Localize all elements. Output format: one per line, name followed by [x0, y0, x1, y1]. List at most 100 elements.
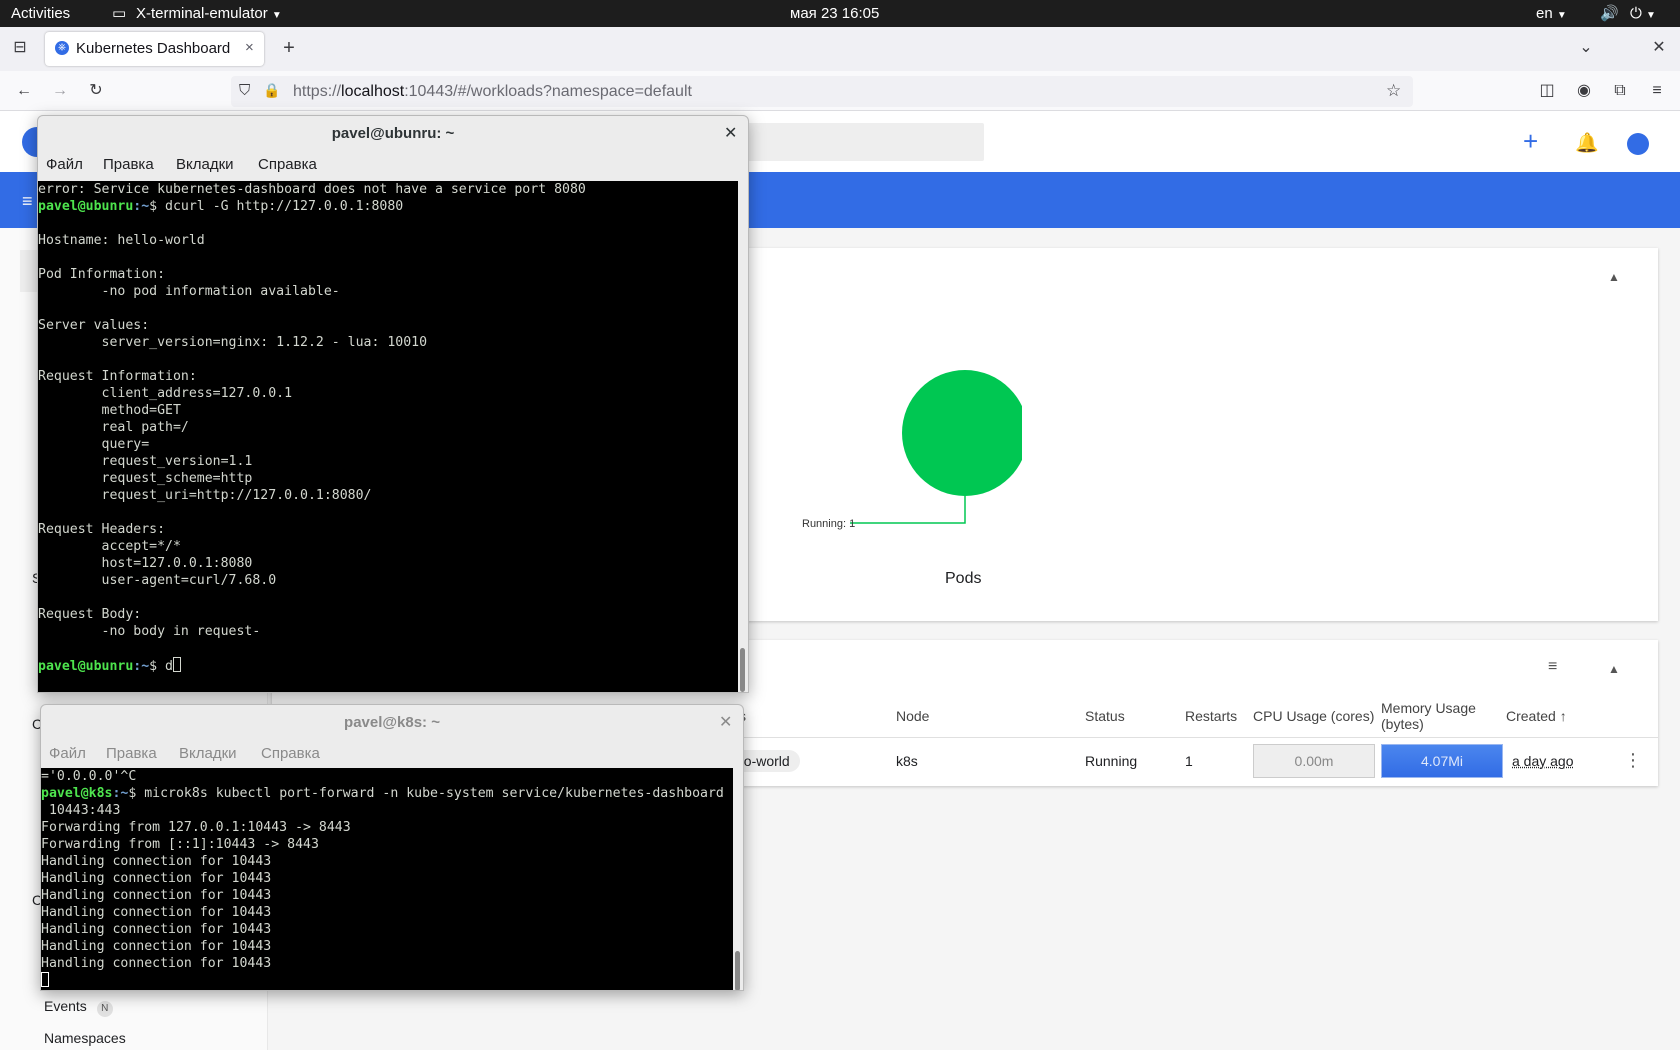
volume-icon[interactable]: 🔊	[1600, 4, 1619, 23]
browser-tab[interactable]: ⎈ Kubernetes Dashboard ×	[45, 32, 264, 66]
terminal-title[interactable]: pavel@ubunru: ~	[38, 116, 748, 152]
filter-icon[interactable]: ≡	[1548, 658, 1557, 676]
create-icon[interactable]: +	[1523, 128, 1538, 154]
command-output: Hostname: hello-world Pod Information: -…	[38, 233, 428, 639]
text-cursor	[173, 657, 181, 672]
column-header-created-label: Created	[1506, 708, 1556, 724]
terminal-window-ubunru[interactable]: pavel@ubunru: ~ ✕ Файл Правка Вкладки Сп…	[37, 115, 749, 693]
back-icon[interactable]: ←	[13, 81, 35, 101]
output-line: ='0.0.0.0'^C	[41, 769, 137, 784]
menu-tabs[interactable]: Вкладки	[176, 156, 234, 173]
terminal-title[interactable]: pavel@k8s: ~	[41, 705, 743, 741]
forward-icon[interactable]: →	[49, 81, 71, 101]
column-header-status[interactable]: Status	[1085, 708, 1125, 724]
menu-help[interactable]: Справка	[258, 156, 317, 173]
system-top-bar: Activities ▭ X-terminal-emulator ▼ мая 2…	[0, 0, 1680, 27]
account-icon[interactable]	[1627, 133, 1649, 155]
column-header-memory[interactable]: Memory Usage (bytes)	[1381, 700, 1476, 732]
text-cursor	[41, 972, 49, 987]
shield-icon[interactable]: ⛉	[239, 82, 250, 99]
sort-ascending-icon: ↑	[1559, 708, 1567, 724]
terminal-menubar: Файл Правка Вкладки Справка	[41, 741, 743, 767]
pocket-icon[interactable]: ◫	[1536, 81, 1558, 101]
prompt-user: pavel@ubunru	[38, 199, 134, 214]
terminal-window-k8s[interactable]: pavel@k8s: ~ ✕ Файл Правка Вкладки Справ…	[40, 704, 744, 991]
extensions-icon[interactable]: ⧉	[1609, 81, 1631, 101]
notifications-icon[interactable]: 🔔	[1575, 131, 1599, 155]
terminal-menubar: Файл Правка Вкладки Справка	[38, 152, 748, 178]
window-close-icon[interactable]: ✕	[1648, 38, 1670, 58]
command-line: $ d	[149, 659, 173, 674]
sidebar-item-events[interactable]: Events N	[44, 998, 113, 1017]
close-icon[interactable]: ✕	[724, 124, 737, 144]
menu-help[interactable]: Справка	[261, 745, 320, 762]
clock[interactable]: мая 23 16:05	[790, 4, 879, 23]
pie-slice-running	[902, 370, 1022, 496]
cpu-sparkline: 0.00m	[1253, 744, 1375, 778]
app-name: X-terminal-emulator	[136, 5, 268, 22]
collapse-icon[interactable]: ▲	[1608, 662, 1620, 676]
collapse-icon[interactable]: ▲	[1608, 270, 1620, 284]
column-header-memory-line2: (bytes)	[1381, 716, 1424, 732]
chevron-down-icon: ▼	[271, 10, 282, 21]
pods-chart: Running: 1	[802, 370, 1022, 530]
account-icon[interactable]: ◉	[1573, 81, 1595, 101]
command-line: $ dcurl -G http://127.0.0.1:8080	[149, 199, 404, 214]
language-label: en	[1536, 5, 1553, 22]
hamburger-menu-icon[interactable]: ≡	[22, 191, 33, 212]
sidebar-item-label: Namespaces	[44, 1030, 126, 1046]
command-line: $ microk8s kubectl port-forward -n kube-…	[128, 786, 724, 801]
language-indicator[interactable]: en ▼	[1536, 4, 1567, 25]
prompt-path: :~	[133, 659, 150, 674]
chart-title: Pods	[945, 570, 982, 587]
reload-icon[interactable]: ↻	[85, 81, 107, 101]
prompt-path: :~	[112, 786, 129, 801]
prompt-path: :~	[133, 199, 150, 214]
error-line: error: Service kubernetes-dashboard does…	[38, 182, 586, 197]
created-cell: a day ago	[1512, 753, 1574, 769]
new-badge: N	[96, 1001, 113, 1017]
prompt-user: pavel@ubunru	[38, 659, 134, 674]
prompt-user: pavel@k8s	[41, 786, 113, 801]
tab-title: Kubernetes Dashboard	[76, 40, 231, 57]
pie-label-running: Running: 1	[802, 518, 855, 530]
column-header-restarts[interactable]: Restarts	[1185, 708, 1237, 724]
more-actions-icon[interactable]: ⋮	[1624, 750, 1642, 771]
column-header-node[interactable]: Node	[896, 708, 929, 724]
tab-overview-icon[interactable]: ⊟	[9, 38, 31, 58]
memory-sparkline: 4.07Mi	[1381, 744, 1503, 778]
scrollbar-thumb[interactable]	[740, 648, 745, 692]
node-cell[interactable]: k8s	[896, 753, 918, 769]
tab-close-icon[interactable]: ×	[245, 39, 254, 56]
lock-icon[interactable]: 🔒	[263, 82, 280, 99]
terminal-output[interactable]: ='0.0.0.0'^C pavel@k8s:~$ microk8s kubec…	[41, 768, 733, 990]
sidebar-item-namespaces[interactable]: Namespaces	[44, 1030, 126, 1046]
kubernetes-icon: ⎈	[55, 41, 69, 55]
terminal-output[interactable]: error: Service kubernetes-dashboard does…	[38, 181, 738, 692]
close-icon[interactable]: ✕	[719, 713, 732, 733]
power-icon[interactable]: ⏻ ▼	[1630, 4, 1656, 25]
url-bar[interactable]: ⛉ 🔒 https://localhost:10443/#/workloads?…	[231, 76, 1413, 107]
menu-file[interactable]: Файл	[46, 156, 83, 173]
column-header-cpu[interactable]: CPU Usage (cores)	[1253, 708, 1374, 724]
status-cell: Running	[1085, 753, 1138, 769]
column-header-memory-line1: Memory Usage	[1381, 700, 1476, 716]
command-output: 10443:443 Forwarding from 127.0.0.1:1044…	[41, 803, 351, 971]
restarts-cell: 1	[1185, 753, 1193, 769]
menu-edit[interactable]: Правка	[103, 156, 154, 173]
column-header-created[interactable]: Created ↑	[1506, 708, 1567, 724]
url-text[interactable]: https://localhost:10443/#/workloads?name…	[293, 83, 692, 101]
list-tabs-icon[interactable]: ⌄	[1575, 38, 1597, 58]
scrollbar-thumb[interactable]	[735, 951, 740, 990]
menu-file[interactable]: Файл	[49, 745, 86, 762]
menu-tabs[interactable]: Вкладки	[179, 745, 237, 762]
sidebar-item-label: Events	[44, 998, 87, 1014]
activities-button[interactable]: Activities	[11, 4, 70, 23]
url-scheme: https://	[293, 83, 342, 100]
new-tab-icon[interactable]: +	[278, 38, 300, 58]
pie-label-line	[850, 496, 966, 524]
app-menu-button[interactable]: X-terminal-emulator ▼	[136, 4, 282, 25]
bookmark-star-icon[interactable]: ☆	[1386, 81, 1401, 101]
menu-edit[interactable]: Правка	[106, 745, 157, 762]
menu-icon[interactable]: ≡	[1646, 81, 1668, 101]
